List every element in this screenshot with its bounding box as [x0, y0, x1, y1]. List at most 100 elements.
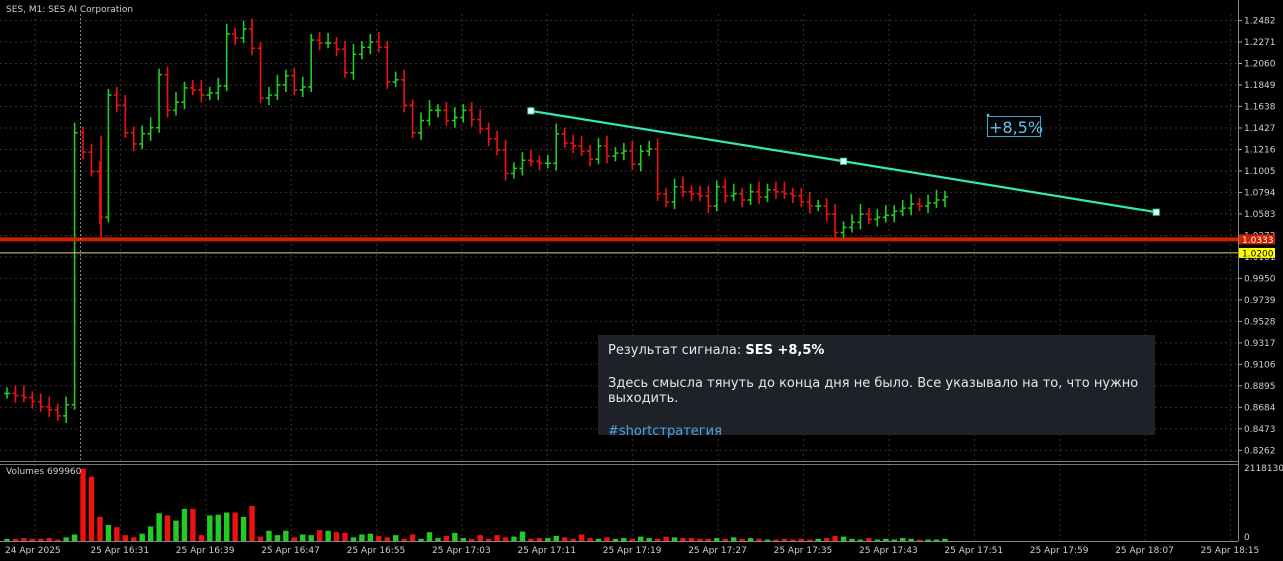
volume-bar	[731, 537, 737, 541]
volume-bar	[536, 538, 543, 541]
signal-body: Здесь смысла тянуть до конца дня не было…	[608, 376, 1139, 406]
price-tick-label: 0.8473	[1244, 425, 1276, 435]
time-tick-label: 24 Apr 2025	[5, 546, 61, 556]
volume-bar	[38, 538, 44, 541]
percent-label: +8,5%	[989, 118, 1043, 137]
volume-bar	[494, 535, 500, 541]
volume-bar	[80, 468, 86, 541]
volume-bar	[156, 513, 162, 541]
volume-bar	[840, 536, 847, 541]
volume-bar	[409, 534, 416, 541]
volume-bar	[215, 514, 221, 541]
volume-bar	[578, 534, 585, 541]
volume-bar	[147, 526, 154, 541]
volume-bar	[350, 537, 357, 541]
volume-bar	[866, 538, 872, 541]
price-tick-label: 1.1427	[1244, 124, 1276, 134]
time-tick-label: 25 Apr 17:11	[517, 546, 576, 556]
volume-bar	[452, 532, 458, 541]
signal-highlight: SES +8,5%	[745, 343, 825, 358]
volume-bar	[553, 535, 559, 541]
volume-bar	[764, 539, 771, 541]
volume-bar	[654, 538, 661, 541]
price-tick-label: 1.1005	[1244, 167, 1276, 177]
volume-bar	[232, 512, 238, 541]
volume-bar	[139, 533, 145, 541]
volume-bar	[207, 515, 213, 541]
price-tick-label: 0.8684	[1244, 403, 1276, 413]
signal-result-line: Результат сигнала: SES +8,5%	[608, 343, 1145, 358]
volume-bar	[807, 539, 813, 541]
signal-hashtag[interactable]: #shortстратегия	[608, 424, 1145, 439]
volume-bar	[502, 537, 509, 541]
signal-prefix: Результат сигнала:	[608, 343, 746, 358]
volume-bar	[266, 530, 272, 541]
volume-bar	[418, 538, 424, 541]
time-tick-label: 25 Apr 17:27	[688, 546, 747, 556]
volume-bar	[705, 538, 712, 541]
volume-bar	[469, 538, 475, 541]
volume-bar	[21, 538, 27, 541]
annotation-anchor	[986, 113, 990, 117]
volume-bar	[857, 539, 864, 541]
volume-bar	[443, 535, 450, 541]
volume-bar	[367, 533, 374, 541]
level-price-label: 1.0200	[1242, 249, 1274, 259]
volume-bar	[570, 538, 576, 541]
trendline-handle	[527, 107, 535, 115]
volume-bar	[46, 538, 52, 541]
time-tick-label: 25 Apr 17:35	[774, 546, 833, 556]
volume-bar	[562, 537, 568, 541]
volume-bar	[621, 538, 627, 541]
volume-bar	[612, 538, 619, 541]
volume-bar	[680, 538, 686, 541]
time-tick-label: 25 Apr 17:03	[432, 546, 491, 556]
volume-bar	[316, 530, 323, 541]
volumes-label: Volumes 699960	[6, 467, 82, 477]
time-tick-label: 25 Apr 17:51	[944, 546, 1003, 556]
time-axis: 24 Apr 2025 25 Apr 16:31 25 Apr 16:39 25 Ap…	[5, 546, 1259, 556]
price-tick-label: 0.9106	[1244, 360, 1276, 370]
volume-bar	[832, 535, 838, 541]
volume-bar	[528, 538, 534, 541]
volume-bar	[908, 538, 914, 541]
volume-bar	[942, 538, 948, 541]
volume-bar	[29, 538, 36, 541]
volume-bar	[883, 538, 889, 541]
volume-bar	[891, 539, 897, 541]
volume-bar	[164, 515, 171, 541]
volume-bar	[274, 535, 281, 541]
volume-bar	[376, 535, 382, 541]
volume-bar	[71, 534, 78, 541]
time-tick-label: 25 Apr 16:39	[176, 546, 235, 556]
signal-message: Результат сигнала: SES +8,5% Здесь смысл…	[598, 335, 1155, 439]
price-tick-label: 1.2271	[1244, 38, 1276, 48]
time-tick-label: 25 Apr 16:47	[261, 546, 320, 556]
volume-bar	[671, 537, 678, 541]
chart-title: SES, M1: SES AI Corporation	[6, 5, 133, 15]
price-tick-label: 1.1849	[1244, 81, 1276, 91]
volume-bar	[122, 535, 128, 541]
volume-bar	[97, 516, 103, 541]
volume-bar	[249, 505, 255, 541]
volume-bar	[325, 530, 331, 541]
time-tick-label: 25 Apr 18:07	[1115, 546, 1174, 556]
support-price-label: 1.0333	[1242, 236, 1274, 246]
volume-bar	[359, 534, 365, 541]
percent-annotation[interactable]: +8,5%	[986, 113, 1043, 137]
price-tick-label: 0.8895	[1244, 382, 1276, 392]
price-chart[interactable]: 1.2482 1.2271 1.2060 1.1849 1.1638 1.1427 1.12…	[0, 0, 1283, 561]
volume-bar	[874, 539, 881, 541]
volume-bar	[815, 538, 821, 541]
time-tick-label: 25 Apr 16:31	[90, 546, 149, 556]
price-tick-label: 1.2060	[1244, 59, 1276, 69]
volume-bar	[240, 516, 247, 541]
volume-bar	[739, 538, 745, 541]
volume-bar	[131, 537, 137, 541]
volume-bar	[697, 538, 703, 541]
price-tick-label: 1.1638	[1244, 102, 1276, 112]
volume-bar	[773, 539, 779, 541]
price-tick-label: 0.9528	[1244, 317, 1276, 327]
volume-bar	[426, 532, 433, 541]
trendline-handle	[1152, 208, 1160, 216]
